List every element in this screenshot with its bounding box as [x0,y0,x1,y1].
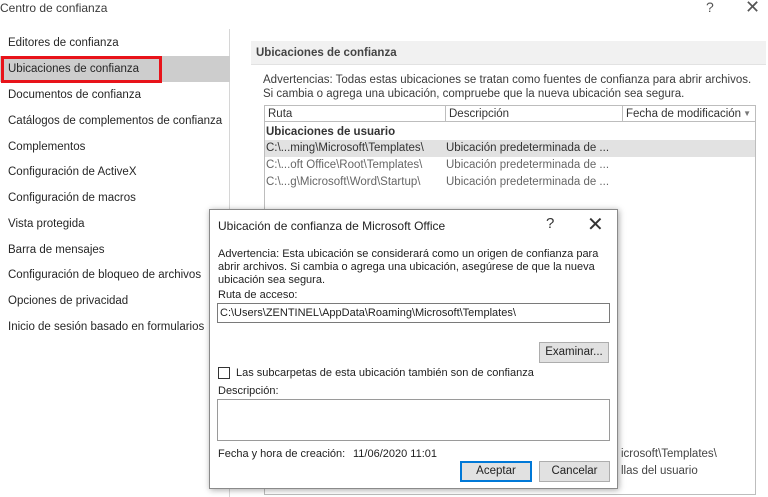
row-description: Ubicación predeterminada de ... [446,142,610,154]
sidebar-item-bloqueo-archivos[interactable]: Configuración de bloqueo de archivos [0,262,230,288]
sidebar-item-barra-mensajes[interactable]: Barra de mensajes [0,237,230,263]
group-label-user: Ubicaciones de usuario [266,126,396,138]
sidebar-item-activex[interactable]: Configuración de ActiveX [0,159,230,185]
partial-path-text: icrosoft\Templates\ [621,448,717,460]
trusted-location-dialog: Ubicación de confianza de Microsoft Offi… [209,209,618,489]
close-icon[interactable]: ✕ [745,0,760,18]
sidebar-item-privacidad[interactable]: Opciones de privacidad [0,288,230,314]
creation-date-value: 11/06/2020 11:01 [353,448,438,460]
creation-date-label: Fecha y hora de creación: [218,448,346,460]
window-title: Centro de confianza [0,1,108,15]
warning-text: Advertencias: Todas estas ubicaciones se… [263,74,752,100]
column-header-descripcion[interactable]: Descripción [446,106,623,122]
help-icon[interactable]: ? [706,0,714,15]
row-path: C:\...g\Microsoft\Word\Startup\ [266,176,421,188]
table-row[interactable]: C:\...g\Microsoft\Word\Startup\ Ubicació… [265,174,755,191]
subfolders-checkbox[interactable] [218,367,230,379]
column-header-label: Descripción [449,108,510,120]
sidebar-item-documentos[interactable]: Documentos de confianza [0,82,230,108]
partial-label-text: llas del usuario [621,465,698,477]
accept-button[interactable]: Aceptar [460,461,532,482]
column-header-ruta[interactable]: Ruta [265,106,446,122]
column-header-label: Ruta [268,108,293,120]
description-label: Descripción: [218,385,279,397]
sidebar-item-complementos[interactable]: Complementos [0,134,230,160]
sidebar-item-vista-protegida[interactable]: Vista protegida [0,211,230,237]
path-label: Ruta de acceso: [218,289,298,301]
dialog-warning-text: Advertencia: Esta ubicación se considera… [218,248,599,286]
sort-chevron-icon[interactable]: ▼ [743,106,751,122]
sidebar-item-ubicaciones[interactable]: Ubicaciones de confianza [0,56,230,82]
sidebar-item-macros[interactable]: Configuración de macros [0,185,230,211]
dialog-help-icon[interactable]: ? [546,215,554,232]
row-description: Ubicación predeterminada de ... [446,176,610,188]
subfolders-label[interactable]: Las subcarpetas de esta ubicación tambié… [236,367,534,379]
column-header-fecha[interactable]: Fecha de modificación ▼ [623,106,755,122]
row-description: Ubicación predeterminada de ... [446,159,610,171]
column-header-label: Fecha de modificación [626,108,742,120]
window-titlebar: Centro de confianza ? ✕ [0,0,768,20]
browse-button[interactable]: Examinar... [539,342,609,363]
sidebar-item-catalogos[interactable]: Catálogos de complementos de confianza [0,108,230,134]
row-path: C:\...ming\Microsoft\Templates\ [266,142,424,154]
sidebar-item-editores[interactable]: Editores de confianza [0,30,230,56]
path-input[interactable] [217,303,610,323]
table-row[interactable]: C:\...oft Office\Root\Templates\ Ubicaci… [265,157,755,174]
description-input[interactable] [217,399,610,441]
dialog-title: Ubicación de confianza de Microsoft Offi… [218,219,446,233]
table-row[interactable]: C:\...ming\Microsoft\Templates\ Ubicació… [265,140,755,157]
section-title: Ubicaciones de confianza [251,41,766,65]
sidebar: Editores de confianza Ubicaciones de con… [0,29,230,497]
dialog-close-icon[interactable]: ✕ [587,212,604,237]
sidebar-item-inicio-sesion[interactable]: Inicio de sesión basado en formularios [0,314,230,340]
row-path: C:\...oft Office\Root\Templates\ [266,159,423,171]
cancel-button[interactable]: Cancelar [539,461,610,482]
